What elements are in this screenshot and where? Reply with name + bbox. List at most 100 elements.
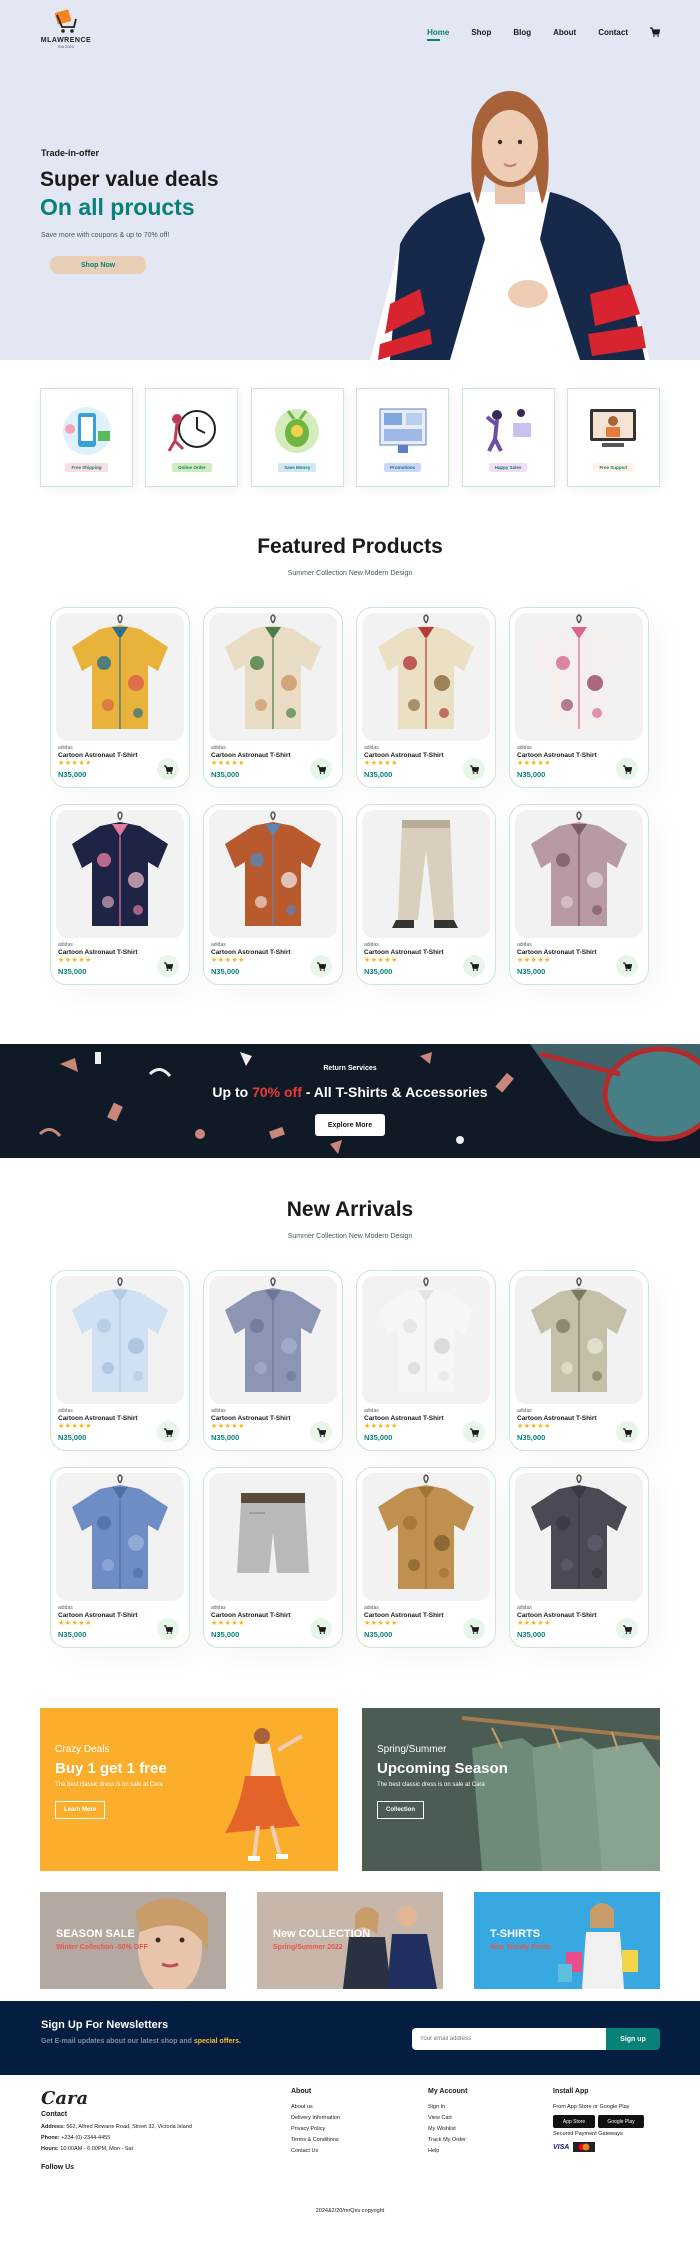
add-to-cart-button[interactable] (157, 1618, 179, 1640)
product-card[interactable]: adidas Cartoon Astronaut T-Shirt ★★★★★ N35,… (203, 607, 343, 788)
add-to-cart-button[interactable] (310, 758, 332, 780)
promotions-illustration (379, 408, 427, 453)
visa-icon: VISA (553, 2143, 570, 2151)
add-to-cart-button[interactable] (463, 1618, 485, 1640)
product-image-frame (515, 1276, 643, 1404)
product-card[interactable]: adidas Cartoon Astronaut T-Shirt ★★★★★ N35,… (509, 1270, 649, 1451)
promo-kicker: Return Services (323, 1065, 377, 1072)
cart-icon (163, 961, 173, 971)
add-to-cart-button[interactable] (616, 758, 638, 780)
product-card[interactable]: adidas Cartoon Astronaut T-Shirt ★★★★★ N35,… (203, 1467, 343, 1648)
explore-more-button[interactable]: Explore More (315, 1114, 385, 1136)
product-rating: ★★★★★ (517, 957, 551, 964)
product-rating: ★★★★★ (211, 1620, 245, 1627)
product-price: N35,000 (211, 770, 240, 779)
footer-link-help[interactable]: Help (428, 2148, 528, 2154)
product-image (209, 1276, 337, 1404)
product-card[interactable]: adidas Cartoon Astronaut T-Shirt ★★★★★ N35,… (50, 1270, 190, 1451)
add-to-cart-button[interactable] (616, 955, 638, 977)
add-to-cart-button[interactable] (310, 1421, 332, 1443)
footer-link-privacy[interactable]: Privacy Policy (291, 2126, 401, 2132)
email-input[interactable] (412, 2028, 606, 2050)
online-order-illustration (167, 410, 216, 452)
product-card[interactable]: adidas Cartoon Astronaut T-Shirt ★★★★★ N35,… (50, 1467, 190, 1648)
cart-icon (316, 1624, 326, 1634)
add-to-cart-button[interactable] (616, 1618, 638, 1640)
crazy-deals-image (40, 1708, 338, 1871)
add-to-cart-button[interactable] (157, 758, 179, 780)
footer-link-terms[interactable]: Terms & Conditions (291, 2137, 401, 2143)
product-name: Cartoon Astronaut T-Shirt (58, 949, 138, 956)
footer-link-contact[interactable]: Contact Us (291, 2148, 401, 2154)
phone-value: +234-(0)-2344-4455 (61, 2135, 111, 2141)
product-card[interactable]: adidas Cartoon Astronaut T-Shirt ★★★★★ N35,… (356, 804, 496, 985)
hero-title: Super value deals (40, 168, 219, 191)
footer-link-sign-in[interactable]: Sign In (428, 2104, 528, 2110)
address-line: Address: 562, Alfred Rewane Road, Street… (41, 2124, 271, 2130)
product-brand: adidas (211, 745, 226, 751)
footer-link-about-us[interactable]: About us (291, 2104, 401, 2110)
add-to-cart-button[interactable] (157, 955, 179, 977)
product-card[interactable]: adidas Cartoon Astronaut T-Shirt ★★★★★ N35,… (509, 804, 649, 985)
cart-icon (316, 1427, 326, 1437)
google-play-badge[interactable]: Google Play (598, 2115, 644, 2128)
nav-home[interactable]: Home (427, 28, 449, 41)
footer-contact: Cara Contact Address: 562, Alfred Rewane… (41, 2088, 271, 2180)
feature-save-money: Save Money (250, 388, 344, 487)
newsletter-section: Sign Up For Newsletters Get E-mail updat… (0, 2001, 700, 2075)
app-store-badge[interactable]: App Store (553, 2115, 595, 2128)
sign-up-button[interactable]: Sign up (606, 2028, 660, 2050)
product-brand: adidas (211, 942, 226, 948)
footer-link-wishlist[interactable]: My Wishlist (428, 2126, 528, 2132)
nav-about[interactable]: About (553, 28, 576, 37)
arrivals-product-grid: adidas Cartoon Astronaut T-Shirt ★★★★★ N35,… (50, 1270, 650, 1648)
product-card[interactable]: adidas Cartoon Astronaut T-Shirt ★★★★★ N35,… (356, 607, 496, 788)
add-to-cart-button[interactable] (310, 955, 332, 977)
banner-season-sale: SEASON SALE Winter Collection -50% OFF (40, 1892, 226, 1989)
product-card[interactable]: adidas Cartoon Astronaut T-Shirt ★★★★★ N35,… (356, 1270, 496, 1451)
hours-value: 10:00AM - 6:00PM, Mon - Sat (60, 2146, 134, 2152)
footer-link-delivery[interactable]: Delivery Information (291, 2115, 401, 2121)
copyright: 2024&2/20/mrQev copyright (315, 2208, 385, 2214)
nav-contact[interactable]: Contact (598, 28, 628, 37)
product-rating: ★★★★★ (211, 760, 245, 767)
nav-blog[interactable]: Blog (513, 28, 531, 37)
shop-now-button[interactable]: Shop Now (50, 256, 146, 274)
site-header: MLAWRENCE Est 2023 Home Shop Blog About … (0, 0, 700, 64)
product-image (515, 1473, 643, 1601)
product-name: Cartoon Astronaut T-Shirt (211, 1612, 291, 1619)
product-card[interactable]: adidas Cartoon Astronaut T-Shirt ★★★★★ N35,… (356, 1467, 496, 1648)
product-rating: ★★★★★ (517, 1423, 551, 1430)
new-collection-image (257, 1892, 443, 1989)
add-to-cart-button[interactable] (463, 758, 485, 780)
product-card[interactable]: adidas Cartoon Astronaut T-Shirt ★★★★★ N35,… (203, 804, 343, 985)
nav-shop[interactable]: Shop (471, 28, 491, 37)
add-to-cart-button[interactable] (310, 1618, 332, 1640)
add-to-cart-button[interactable] (463, 1421, 485, 1443)
add-to-cart-button[interactable] (616, 1421, 638, 1443)
product-image (515, 810, 643, 938)
add-to-cart-button[interactable] (463, 955, 485, 977)
add-to-cart-button[interactable] (157, 1421, 179, 1443)
product-brand: adidas (211, 1408, 226, 1414)
product-card[interactable]: adidas Cartoon Astronaut T-Shirt ★★★★★ N35,… (509, 1467, 649, 1648)
promo-title-pre: Up to (212, 1084, 253, 1100)
product-card[interactable]: adidas Cartoon Astronaut T-Shirt ★★★★★ N35,… (50, 607, 190, 788)
feature-free-shipping: Free Shipping (40, 388, 133, 487)
brand-logo[interactable]: MLAWRENCE Est 2023 (40, 9, 92, 55)
account-heading: My Account (428, 2088, 468, 2095)
product-card[interactable]: adidas Cartoon Astronaut T-Shirt ★★★★★ N35,… (203, 1270, 343, 1451)
collection-button[interactable]: Collection (377, 1801, 425, 1819)
footer-about: About About us Delivery Information Priv… (291, 2088, 401, 2159)
banner-sub: New Trendy Prints (490, 1944, 552, 1951)
banner-new-collection: New COLLECTION Spring/Summer 2022 (257, 1892, 443, 1989)
product-name: Cartoon Astronaut T-Shirt (517, 949, 597, 956)
footer-link-view-cart[interactable]: View Cart (428, 2115, 528, 2121)
shopping-bag-icon[interactable] (650, 27, 660, 37)
product-card[interactable]: adidas Cartoon Astronaut T-Shirt ★★★★★ N35,… (50, 804, 190, 985)
product-rating: ★★★★★ (364, 1423, 398, 1430)
product-card[interactable]: adidas Cartoon Astronaut T-Shirt ★★★★★ N35,… (509, 607, 649, 788)
footer-link-track-order[interactable]: Track My Order (428, 2137, 528, 2143)
product-image (56, 613, 184, 741)
learn-more-button[interactable]: Learn More (55, 1801, 106, 1819)
